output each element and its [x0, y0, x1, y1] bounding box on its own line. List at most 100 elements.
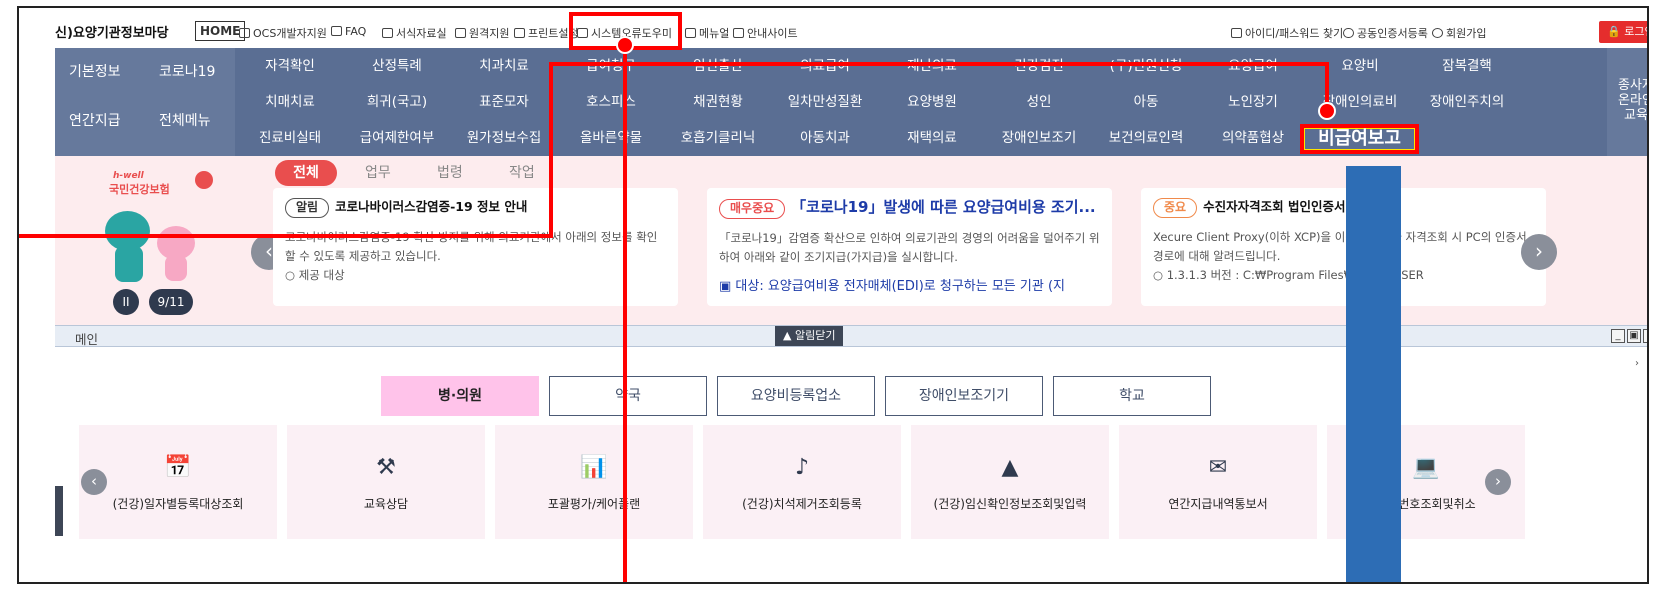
cert-register-link[interactable]: 공동인증서등록 [1343, 25, 1428, 41]
calendar-search-icon: 📅 [164, 455, 192, 480]
tab-task[interactable]: 작업 [509, 160, 535, 186]
home-button[interactable]: HOME [195, 21, 246, 41]
nav-item[interactable]: 잠복결핵 [1412, 48, 1522, 84]
nav-all-menu[interactable]: 전체메뉴 [159, 110, 211, 130]
notice-card[interactable]: 알림코로나바이러스감염증-19 정보 안내 코로나바이러스감염증-19 확산 방… [273, 188, 678, 306]
signup-link[interactable]: 회원가입 [1432, 25, 1486, 41]
nav-item[interactable]: 호흡기클리닉 [663, 120, 773, 156]
nav-item[interactable]: 재택의료 [877, 120, 987, 156]
nav-item[interactable]: 급여제한여부 [342, 120, 452, 156]
guide-site-link[interactable]: 안내사이트 [733, 25, 798, 41]
ocs-dev-link[interactable]: OCS개발자지원 [239, 25, 327, 41]
mascot-green-body [115, 246, 143, 282]
nav-item[interactable]: 급여청구 [556, 48, 666, 84]
nav-item[interactable]: 채권현황 [663, 84, 773, 120]
heart-icon [195, 171, 213, 189]
nav-item[interactable]: 장애인보조기 [984, 120, 1094, 156]
nav-item[interactable]: 요양급여 [1198, 48, 1308, 84]
forms-link[interactable]: 서식자료실 [382, 25, 447, 41]
highlight-line [19, 234, 553, 238]
quick-menu-tile[interactable]: ✉ 연간지급내역통보서 [1119, 425, 1317, 539]
nav-item[interactable]: 호스피스 [556, 84, 666, 120]
nav-item[interactable]: 산정특례 [342, 48, 452, 84]
tab-law[interactable]: 법령 [437, 160, 463, 186]
nav-covid19[interactable]: 코로나19 [159, 61, 215, 81]
category-care-business[interactable]: 요양비등록업소 [717, 376, 875, 416]
notice-extra: ▣ 대상: 요양급여비용 전자매체(EDI)로 청구하는 모든 기관 (지 [719, 279, 1065, 294]
manual-link[interactable]: 메뉴얼 [685, 25, 729, 41]
quick-menu-tile[interactable]: ♪ (건강)치석제거조회등록 [703, 425, 901, 539]
faq-link[interactable]: FAQ [331, 25, 366, 38]
tile-label: (건강)일자별등록대상조회 [112, 497, 244, 511]
nav-item[interactable]: 희귀(국고) [342, 84, 452, 120]
alert-close-button[interactable]: ▲ 알림닫기 [775, 326, 844, 346]
tile-label: 교육상담 [363, 497, 409, 511]
quick-menu-tile[interactable]: ▲ (건강)임신확인정보조회및입력 [911, 425, 1109, 539]
nav-item[interactable]: 보건의료인력 [1091, 120, 1201, 156]
tiles-next-arrow[interactable]: › [1485, 469, 1511, 495]
restore-icon[interactable]: ▣ [1627, 329, 1641, 343]
minimize-icon[interactable]: _ [1611, 329, 1625, 343]
nav-item[interactable]: (구)민원신청 [1091, 48, 1201, 84]
quick-menu-tile[interactable]: 📅 (건강)일자별등록대상조회 [79, 425, 277, 539]
tiles-prev-arrow[interactable]: ‹ [81, 469, 107, 495]
nav-item[interactable]: 원가정보수집 [449, 120, 559, 156]
nav-item[interactable]: 진료비실태 [235, 120, 345, 156]
notice-body: Xecure Client Proxy(이하 XCP)을 이용한 수진자 자격조… [1153, 230, 1527, 263]
nav-basic-info[interactable]: 기본정보 [69, 61, 121, 81]
side-panel-handle[interactable] [55, 486, 63, 536]
find-id-password-link[interactable]: 아이디/패스워드 찾기 [1231, 25, 1343, 41]
nav-item[interactable]: 성인 [984, 84, 1094, 120]
category-clinic[interactable]: 병·의원 [381, 376, 539, 416]
lock-icon: 🔒 [1607, 25, 1621, 38]
notice-title: 코로나바이러스감염증-19 정보 안내 [335, 199, 528, 214]
blue-highlight-bar [1346, 166, 1401, 582]
nav-left-panel: 기본정보 코로나19 연간지급 전체메뉴 [55, 48, 235, 156]
nav-item[interactable]: 재난의료 [877, 48, 987, 84]
nav-annual-payment[interactable]: 연간지급 [69, 110, 121, 130]
close-icon[interactable]: × [1643, 329, 1647, 343]
highlight-line [623, 42, 627, 582]
login-button[interactable]: 🔒 로그인 [1599, 21, 1647, 43]
highlight-dot [616, 36, 634, 54]
category-assistive-device[interactable]: 장애인보조기기 [885, 376, 1043, 416]
pause-button[interactable]: II [113, 289, 139, 315]
quick-menu-tile[interactable]: 📊 포괄평가/케어플랜 [495, 425, 693, 539]
notice-extra: ○ 제공 대상 [285, 268, 345, 282]
tab-work[interactable]: 업무 [365, 160, 391, 186]
category-school[interactable]: 학교 [1053, 376, 1211, 416]
nav-item[interactable]: 의약품협상 [1198, 120, 1308, 156]
nav-non-covered-report[interactable]: 비급여보고 [1304, 128, 1415, 150]
nav-item[interactable]: 자격확인 [235, 48, 345, 84]
nav-item[interactable]: 요양병원 [877, 84, 987, 120]
pregnant-icon: ▲ [1001, 455, 1019, 480]
category-pharmacy[interactable]: 약국 [549, 376, 707, 416]
nav-item[interactable]: 노인장기 [1198, 84, 1308, 120]
nav-item[interactable]: 의료급여 [770, 48, 880, 84]
notice-card[interactable]: 매우중요 「코로나19」발생에 따른 요양급여비용 조기... 「코로나19」감염… [707, 188, 1112, 306]
tab-all[interactable]: 전체 [275, 160, 337, 186]
scroll-arrow-icon[interactable]: › [1635, 358, 1645, 370]
shield-icon [1343, 28, 1354, 38]
nav-item[interactable]: 치과치료 [449, 48, 559, 84]
top-bar: 신)요양기관정보마당 HOME OCS개발자지원 FAQ 서식자료실 원격지원 … [19, 8, 1647, 43]
nav-item[interactable]: 건강검진 [984, 48, 1094, 84]
window-icon [239, 28, 250, 38]
nav-item[interactable]: 아동 [1091, 84, 1201, 120]
highlight-box-non-covered-report[interactable]: 비급여보고 [1300, 124, 1419, 154]
nav-item[interactable]: 요양비 [1305, 48, 1415, 84]
staff-online-education[interactable]: 종사자온라인교육 [1607, 48, 1647, 156]
notice-card[interactable]: 중요 수진자자격조회 법인인증서 경로 안내 Xecure Client Prox… [1141, 188, 1546, 306]
banner-next-arrow[interactable]: › [1521, 234, 1557, 270]
nav-item[interactable]: 올바른약물 [556, 120, 666, 156]
nav-item[interactable]: 치매치료 [235, 84, 345, 120]
notice-badge: 매우중요 [719, 199, 786, 219]
remote-support-link[interactable]: 원격지원 [455, 25, 509, 41]
nav-item[interactable]: 표준모자 [449, 84, 559, 120]
quick-menu-tile[interactable]: ⚒ 교육상담 [287, 425, 485, 539]
nav-item[interactable]: 임신출산 [663, 48, 773, 84]
checkbox-icon [1231, 28, 1242, 38]
nav-item[interactable]: 아동치과 [770, 120, 880, 156]
nav-item[interactable]: 일차만성질환 [770, 84, 880, 120]
nav-item[interactable]: 장애인주치의 [1412, 84, 1522, 120]
